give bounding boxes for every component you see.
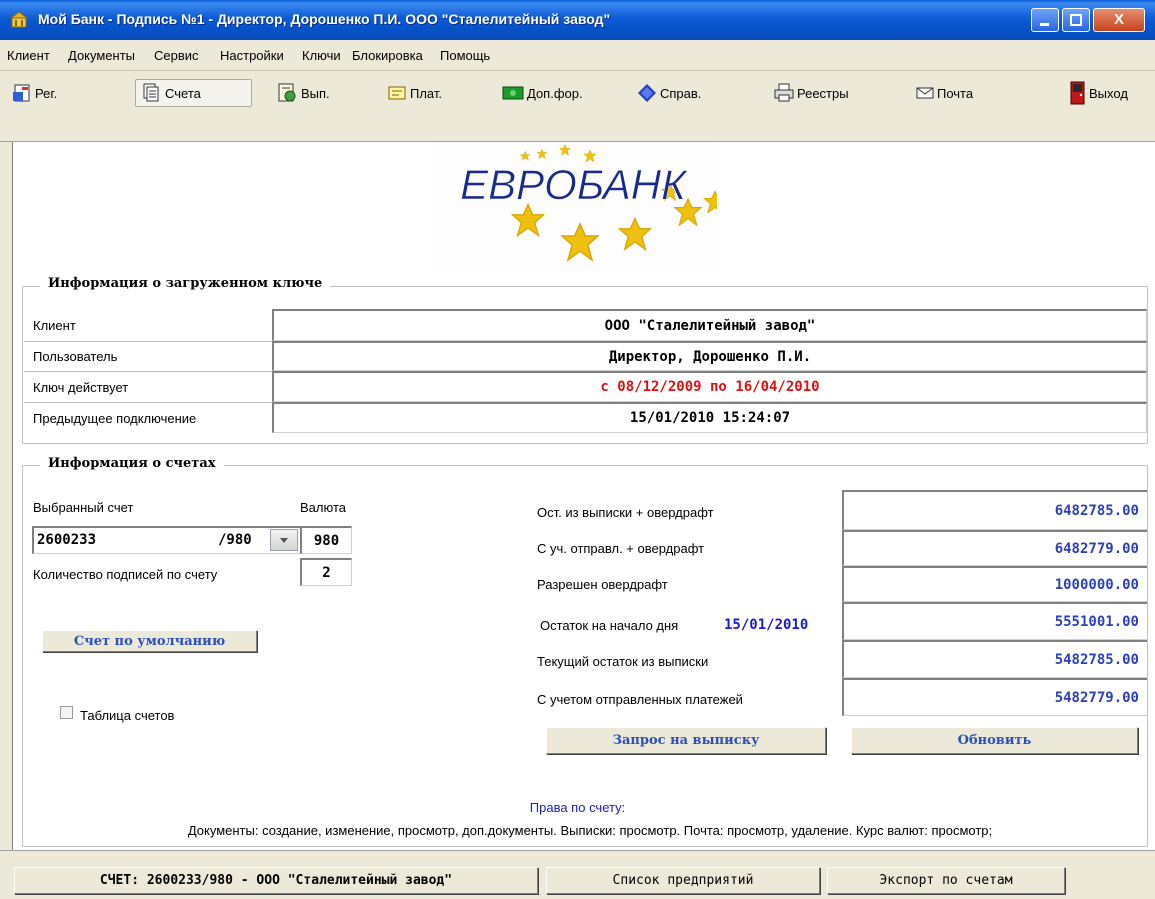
- user-value: Директор, Дорошенко П.И.: [272, 341, 1147, 371]
- menu-bar: Клиент Документы Сервис Настройки Ключи …: [0, 40, 1155, 71]
- toolbar-reg-button[interactable]: Рег.: [12, 79, 57, 107]
- accounts-info-heading: Информация о счетах: [40, 456, 224, 471]
- toolbar-accounts-button[interactable]: Счета: [135, 79, 252, 107]
- menu-documents[interactable]: Документы: [68, 48, 135, 63]
- menu-settings[interactable]: Настройки: [220, 48, 284, 63]
- maximize-icon: [1070, 14, 1082, 26]
- previous-connection-label: Предыдущее подключение: [33, 411, 197, 426]
- mail-icon: [916, 87, 934, 99]
- account-number: 2600233: [37, 532, 97, 548]
- registration-icon: [13, 84, 30, 102]
- opening-balance-date: 15/01/2010: [724, 617, 809, 633]
- toolbar: Рег. Счета Вып. Плат. Доп.фор. Справ. Ре…: [0, 71, 1155, 142]
- with-sent-payments-label: С учетом отправленных платежей: [537, 692, 743, 707]
- account-dropdown-button[interactable]: [270, 529, 298, 551]
- key-info-heading: Информация о загруженном ключе: [40, 276, 331, 291]
- close-button[interactable]: X: [1093, 8, 1145, 32]
- accounts-table-checkbox[interactable]: [60, 706, 73, 719]
- account-select[interactable]: 2600233 /980: [32, 526, 302, 554]
- signatures-count-label: Количество подписей по счету: [33, 567, 218, 582]
- accounts-icon: [143, 83, 159, 102]
- menu-lock[interactable]: Блокировка: [352, 48, 423, 63]
- statements-icon: [278, 83, 296, 102]
- client-value: ООО "Сталелитейный завод": [272, 309, 1147, 341]
- close-icon: X: [1113, 11, 1124, 28]
- maximize-button[interactable]: [1062, 8, 1090, 32]
- export-accounts-button[interactable]: Экспорт по счетам: [827, 867, 1065, 894]
- payments-icon: [388, 86, 406, 100]
- current-balance-value: 5482785.00: [842, 640, 1147, 678]
- eurobank-logo-graphic: ЕВРОБАНК: [460, 144, 727, 262]
- logo-text: ЕВРОБАНК: [460, 161, 688, 208]
- toolbar-payments-button[interactable]: Плат.: [387, 79, 442, 107]
- refresh-button[interactable]: Обновить: [851, 727, 1138, 754]
- user-label: Пользователь: [33, 349, 118, 364]
- menu-client[interactable]: Клиент: [7, 48, 50, 63]
- window-title: Мой Банк - Подпись №1 - Директор, Дороше…: [38, 11, 611, 27]
- minimize-icon: [1040, 23, 1049, 26]
- menu-keys[interactable]: Ключи: [302, 48, 341, 63]
- selected-account-label: Выбранный счет: [33, 500, 134, 515]
- reference-icon: [638, 84, 656, 102]
- toolbar-registries-button[interactable]: Реестры: [774, 79, 849, 107]
- account-suffix: /980: [218, 532, 252, 548]
- companies-list-button[interactable]: Список предприятий: [546, 867, 820, 894]
- bank-logo: ЕВРОБАНК: [430, 142, 727, 270]
- row-divider: [24, 371, 274, 372]
- toolbar-reference-button[interactable]: Справ.: [637, 79, 701, 107]
- opening-balance-label: Остаток на начало дня: [540, 618, 679, 633]
- menu-help[interactable]: Помощь: [440, 48, 490, 63]
- toolbar-statements-button[interactable]: Вып.: [276, 79, 330, 107]
- chevron-down-icon: [280, 538, 288, 543]
- accounts-table-label: Таблица счетов: [80, 708, 175, 723]
- minimize-button[interactable]: [1031, 8, 1059, 32]
- sent-overdraft-value: 6482779.00: [842, 530, 1147, 566]
- allowed-overdraft-value: 1000000.00: [842, 566, 1147, 602]
- allowed-overdraft-label: Разрешен овердрафт: [537, 577, 668, 592]
- opening-balance-value: 5551001.00: [842, 602, 1147, 640]
- menu-service[interactable]: Сервис: [154, 48, 199, 63]
- previous-connection-value: 15/01/2010 15:24:07: [272, 402, 1147, 433]
- default-account-button[interactable]: Счет по умолчанию: [42, 630, 257, 652]
- account-rights-text: Документы: создание, изменение, просмотр…: [187, 823, 993, 838]
- current-account-button[interactable]: СЧЕТ: 2600233/980 - ООО "Сталелитейный з…: [14, 867, 538, 894]
- signatures-count-value: 2: [300, 558, 352, 586]
- key-validity-label: Ключ действует: [33, 380, 129, 395]
- printer-icon: [774, 83, 794, 102]
- row-divider: [24, 402, 274, 403]
- toolbar-mail-button[interactable]: Почта: [916, 79, 973, 107]
- bank-app-icon: [10, 11, 28, 28]
- balance-overdraft-value: 6482785.00: [842, 490, 1147, 530]
- extra-forms-icon: [502, 86, 524, 100]
- exit-door-icon: [1070, 81, 1085, 105]
- title-bar: Мой Банк - Подпись №1 - Директор, Дороше…: [0, 0, 1155, 40]
- toolbar-exit-button[interactable]: Выход: [1070, 79, 1128, 107]
- request-statement-button[interactable]: Запрос на выписку: [546, 727, 826, 754]
- sent-overdraft-label: С уч. отправл. + овердрафт: [537, 541, 705, 556]
- row-divider: [24, 341, 274, 342]
- current-balance-label: Текущий остаток из выписки: [537, 654, 709, 669]
- toolbar-extra-forms-button[interactable]: Доп.фор.: [502, 79, 583, 107]
- balance-overdraft-label: Ост. из выписки + овердрафт: [537, 505, 714, 520]
- currency-label: Валюта: [300, 500, 346, 515]
- client-label: Клиент: [33, 318, 76, 333]
- currency-value: 980: [300, 526, 352, 554]
- account-rights-title: Права по счету:: [529, 800, 626, 815]
- with-sent-payments-value: 5482779.00: [842, 678, 1147, 716]
- key-validity-value: с 08/12/2009 по 16/04/2010: [272, 371, 1147, 402]
